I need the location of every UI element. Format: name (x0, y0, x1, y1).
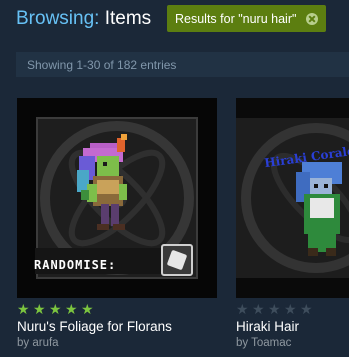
item-author[interactable]: by Toamac (236, 337, 291, 349)
rating-stars: ★ ★ ★ ★ ★ (236, 301, 313, 317)
page-header: Browsing: Items (16, 8, 151, 30)
star-icon: ★ (49, 301, 62, 317)
item-thumbnail[interactable]: Hiraki Corale (236, 98, 349, 298)
star-icon: ★ (65, 301, 78, 317)
randomise-label: RANDOMISE: (34, 258, 117, 272)
item-card[interactable]: RANDOMISE: ★ ★ ★ ★ ★ Nuru's Foliage for … (17, 98, 217, 349)
thumbnail-art (236, 98, 349, 298)
search-filter-tag[interactable]: Results for "nuru hair" (167, 5, 327, 32)
results-count-bar: Showing 1-30 of 182 entries (16, 52, 349, 77)
star-icon: ★ (300, 301, 313, 317)
star-icon: ★ (252, 301, 265, 317)
star-icon: ★ (17, 301, 30, 317)
star-icon: ★ (236, 301, 249, 317)
item-thumbnail[interactable]: RANDOMISE: (17, 98, 217, 298)
star-icon: ★ (81, 301, 94, 317)
search-filter-label: Results for "nuru hair" (175, 11, 297, 26)
rating-stars: ★ ★ ★ ★ ★ (17, 301, 94, 317)
results-count-text: Showing 1-30 of 182 entries (27, 57, 177, 72)
star-icon: ★ (284, 301, 297, 317)
item-title[interactable]: Hiraki Hair (236, 319, 299, 334)
item-author[interactable]: by arufa (17, 337, 59, 349)
close-icon[interactable] (306, 12, 319, 25)
page-title: Browsing: Items (16, 8, 151, 30)
item-title[interactable]: Nuru's Foliage for Florans (17, 319, 172, 334)
star-icon: ★ (268, 301, 281, 317)
star-icon: ★ (33, 301, 46, 317)
page-title-prefix: Browsing: (16, 8, 100, 29)
dice-icon (161, 244, 193, 276)
item-card[interactable]: Hiraki Corale ★ ★ ★ ★ ★ Hiraki Hair by T… (236, 98, 349, 349)
page-title-text: Items (104, 8, 152, 29)
